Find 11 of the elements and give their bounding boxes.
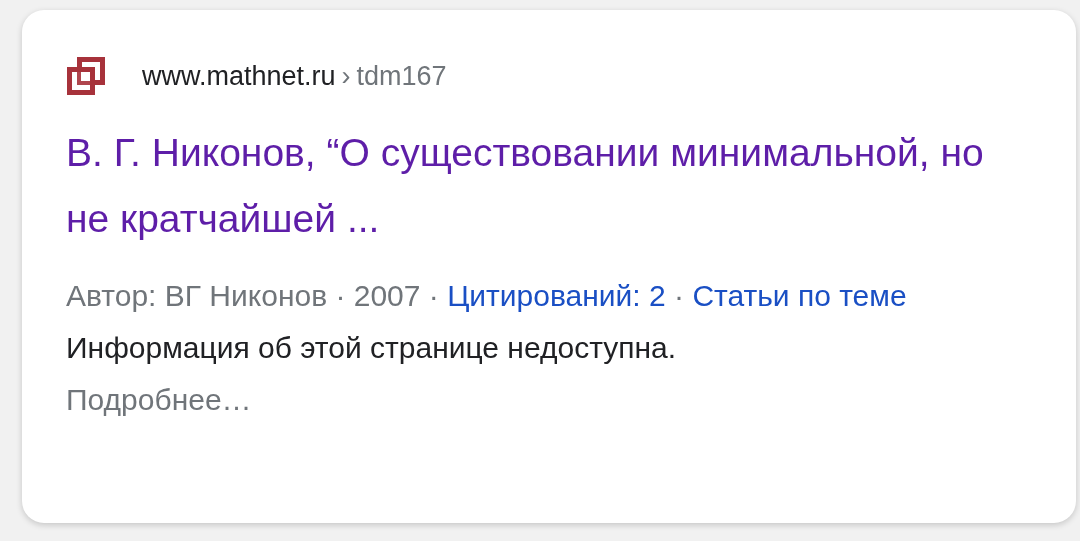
meta-link[interactable]: Статьи по теме	[692, 279, 907, 312]
breadcrumb-separator: ›	[341, 60, 351, 92]
snippet-text: Информация об этой странице недоступна.	[66, 330, 678, 366]
result-title-link[interactable]: В. Г. Никонов, “О существовании минимальной, но не кратчайшей ...	[66, 120, 1036, 252]
url-path: tdm167	[356, 60, 447, 92]
meta-text: ·	[674, 279, 685, 312]
meta-text: Автор: ВГ Никонов · 2007 ·	[66, 279, 439, 312]
meta-link[interactable]: Цитирований: 2	[447, 279, 666, 312]
more-link[interactable]: Подробнее…	[66, 374, 1036, 426]
overlapping-squares-icon	[66, 56, 106, 96]
site-url[interactable]: www.mathnet.ru	[142, 60, 336, 92]
